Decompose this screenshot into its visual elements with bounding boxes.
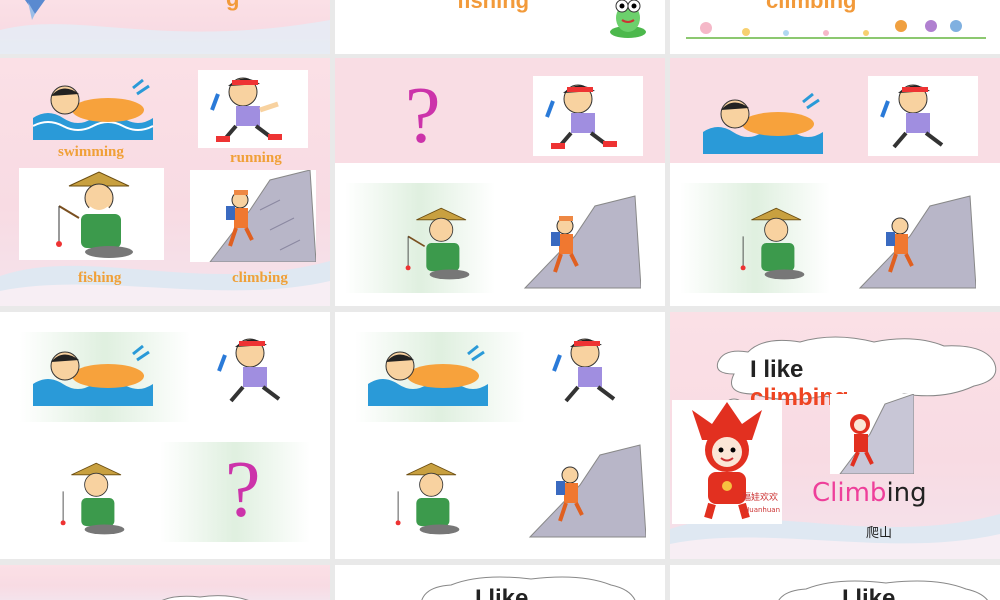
word-climbing: Climbing (812, 478, 927, 508)
running-picture (545, 84, 617, 149)
climbing-card (830, 394, 914, 474)
fishing-picture (405, 207, 470, 280)
word-black-part: ing (886, 478, 927, 508)
butterfly-icon (25, 0, 45, 20)
huanhuan-mascot: 福娃欢欢 Huanhuan (692, 402, 780, 520)
slide-r2-c0[interactable]: ? (0, 312, 330, 559)
label-swimming: swimming (58, 144, 124, 160)
slide-title-climbing: climbing (766, 0, 857, 13)
badge-sub: Huanhuan (744, 506, 780, 514)
slide-r0-c2[interactable]: climbing (670, 0, 1000, 54)
fishing-picture (56, 171, 133, 258)
slide-r3-c0[interactable] (0, 565, 330, 600)
chinese-meaning: 爬山 (866, 526, 893, 541)
running-card (868, 76, 978, 156)
swimming-picture (703, 92, 823, 154)
question-mark: ? (225, 446, 261, 534)
slide-title-partial: g (226, 0, 239, 12)
slide-r1-c1[interactable]: ? (335, 58, 665, 306)
running-card (198, 70, 308, 148)
climbing-picture (523, 195, 641, 289)
running-picture (552, 338, 616, 403)
climbing-mascot-picture (839, 394, 914, 474)
label-fishing: fishing (78, 270, 122, 286)
running-picture (880, 84, 944, 149)
slide-title-fishing: fishing (457, 0, 530, 13)
swimming-picture (33, 344, 153, 406)
fishing-card (19, 168, 164, 260)
running-card (533, 76, 643, 156)
climbing-picture (528, 444, 646, 538)
slide-r2-c2[interactable]: I like climbing. 福娃欢欢 Huanhuan Climbing (670, 312, 1000, 559)
label-climbing: climbing (232, 270, 288, 286)
climbing-picture (858, 195, 976, 289)
slide-r1-c2[interactable] (670, 58, 1000, 306)
wave-decoration (0, 20, 330, 54)
climbing-card (190, 170, 316, 262)
sentence-i-like: I like (750, 356, 803, 384)
running-picture (217, 338, 281, 403)
mascot-card: 福娃欢欢 Huanhuan (672, 400, 782, 524)
slide-r3-c1[interactable]: I like (335, 565, 665, 600)
fishing-picture (395, 462, 460, 535)
fishing-picture (740, 207, 805, 280)
question-mark: ? (405, 72, 441, 160)
sentence-start: I like (750, 356, 804, 383)
running-picture (210, 77, 282, 142)
swimming-picture (33, 78, 154, 140)
partial-sentence: I like (475, 585, 529, 600)
slide-r1-c0[interactable]: swimming running fishing climbing (0, 58, 330, 306)
slide-r3-c2[interactable]: I like (670, 565, 1000, 600)
partial-sentence: I like (842, 585, 896, 600)
badge-text: 福娃欢欢 (742, 491, 778, 503)
label-running: running (230, 150, 282, 166)
slide-r0-c1[interactable]: fishing (335, 0, 665, 54)
slide-r2-c1[interactable] (335, 312, 665, 559)
flower-border (686, 20, 986, 39)
speech-cloud (161, 595, 249, 600)
fishing-picture (60, 462, 125, 535)
frog-icon (610, 0, 646, 38)
slide-r0-c0[interactable]: g (0, 0, 330, 54)
swimming-picture (368, 344, 488, 406)
word-pink-part: Climb (812, 478, 887, 508)
climbing-picture (209, 170, 316, 262)
